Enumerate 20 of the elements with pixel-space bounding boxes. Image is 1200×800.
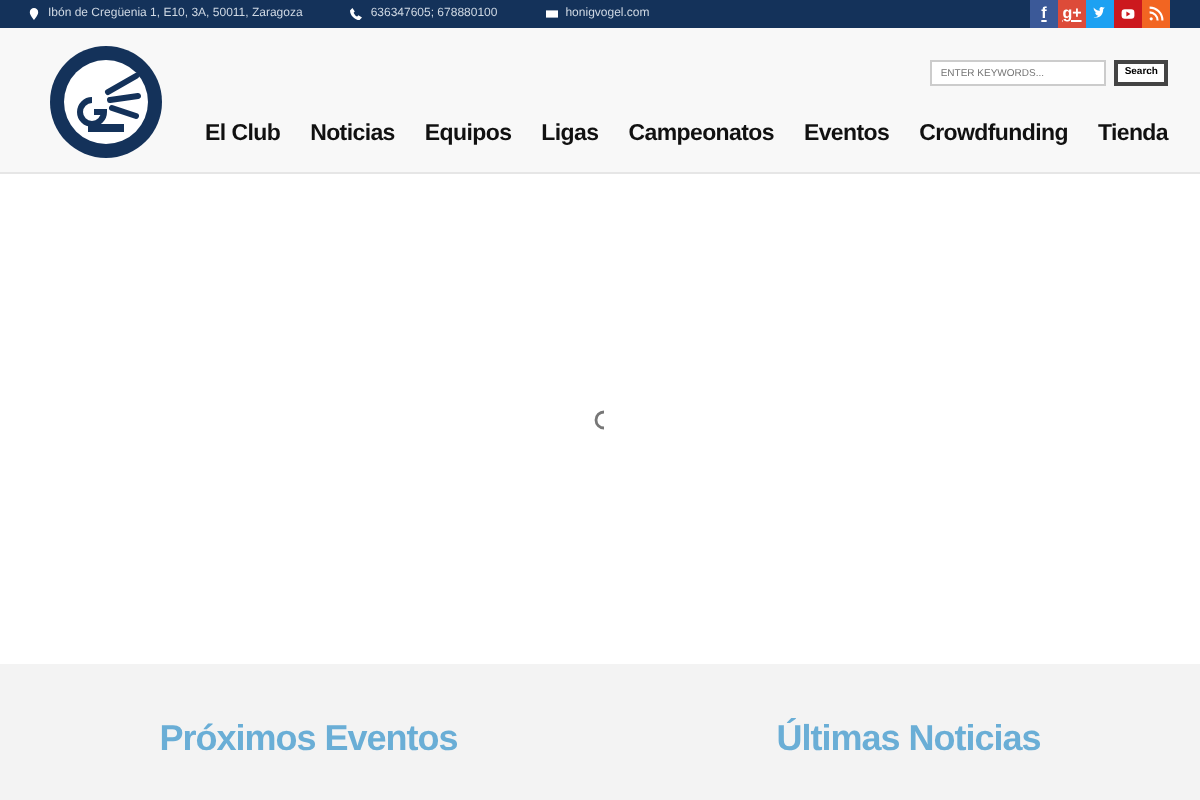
nav-link[interactable]: Ligas [541, 118, 599, 153]
nav-link[interactable]: Noticias [310, 118, 395, 153]
google-plus-link[interactable]: g+ [1058, 0, 1086, 28]
twitter-icon[interactable] [1086, 0, 1114, 28]
map-pin-icon [28, 8, 40, 20]
nav-link[interactable]: Eventos [803, 118, 890, 153]
nav-link[interactable]: Tienda [1097, 118, 1168, 153]
loading-spinner-icon [592, 409, 608, 429]
nav-link[interactable]: Campeonatos [628, 118, 774, 153]
rss-icon[interactable] [1142, 0, 1170, 28]
section-heading: Últimas Noticias [776, 718, 1041, 758]
nav-link[interactable]: El Club [205, 118, 281, 153]
phone-icon [350, 8, 363, 20]
nav-link[interactable]: Crowdfunding [919, 118, 1068, 153]
envelope-icon [545, 8, 558, 20]
facebook-link[interactable]: f [1030, 0, 1058, 28]
youtube-icon[interactable] [1114, 0, 1142, 28]
club-logo-drawing [48, 44, 164, 160]
section-heading: Próximos Eventos [159, 718, 458, 758]
nav-link[interactable]: Equipos [424, 118, 512, 153]
